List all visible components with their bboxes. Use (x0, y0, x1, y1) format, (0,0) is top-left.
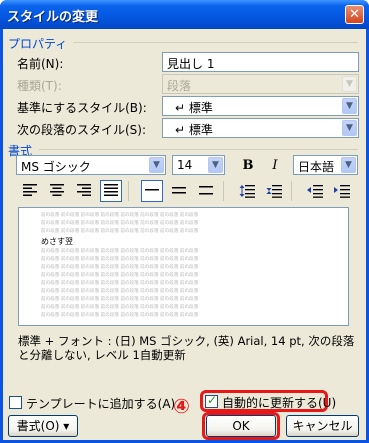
name-input[interactable]: 見出し 1 (162, 52, 359, 72)
ok-button[interactable]: OK (206, 415, 276, 437)
decrease-indent-icon[interactable] (304, 180, 326, 202)
font-size-select[interactable]: 14 ▼ (172, 155, 225, 175)
space-before-decrease-icon[interactable] (263, 180, 285, 202)
step-marker: ④ (173, 394, 190, 418)
type-select: 段落 ▼ (162, 74, 359, 94)
preview-filler: 前の段落 前の段落 前の段落 前の段落 前の段落 前の段落 前の段落 前の段落 (41, 229, 199, 234)
preview-filler: 前の段落 前の段落 前の段落 前の段落 前の段落 前の段落 前の段落 前の段落 (41, 313, 199, 318)
chevron-down-icon[interactable]: ▼ (342, 120, 357, 136)
type-value: 段落 (167, 79, 192, 93)
based-on-value: ↵ 標準 (175, 101, 213, 115)
preview-filler: 前の段落 前の段落 前の段落 前の段落 前の段落 前の段落 前の段落 前の段落 (41, 265, 199, 270)
dialog-title: スタイルの変更 (7, 10, 99, 25)
auto-update-checkbox[interactable]: ✓ (205, 393, 218, 408)
preview-filler: 前の段落 前の段落 前の段落 前の段落 前の段落 前の段落 前の段落 前の段落 (41, 305, 199, 310)
space-before-increase-icon[interactable] (236, 180, 258, 202)
line-spacing-single-icon[interactable] (141, 180, 163, 202)
add-to-template-label[interactable]: テンプレートに追加する(A) (26, 395, 175, 412)
chevron-down-icon[interactable]: ▼ (342, 98, 357, 114)
style-description: 標準 + フォント : (日) MS ゴシック, (英) Arial, 14 p… (18, 334, 355, 362)
based-on-label: 基準にするスタイル(B): (17, 101, 147, 115)
font-size-value: 14 (177, 158, 193, 172)
chevron-down-icon[interactable]: ▼ (149, 157, 164, 173)
section-divider (39, 149, 358, 150)
section-divider (73, 42, 358, 43)
add-to-template-checkbox[interactable] (9, 396, 22, 409)
next-style-label: 次の段落のスタイル(S): (17, 123, 147, 137)
line-spacing-1-5-icon[interactable] (168, 180, 190, 202)
preview-filler: 前の段落 前の段落 前の段落 前の段落 前の段落 前の段落 前の段落 前の段落 (41, 221, 199, 226)
font-select[interactable]: MS ゴシック ▼ (16, 155, 166, 175)
type-label: 種類(T): (17, 79, 62, 93)
preview-sample-text: めさす翌 (41, 237, 73, 246)
style-preview: 前の段落 前の段落 前の段落 前の段落 前の段落 前の段落 前の段落 前の段落 … (18, 207, 349, 326)
align-left-icon[interactable] (19, 180, 41, 202)
align-right-icon[interactable] (73, 180, 95, 202)
title-bar[interactable]: スタイルの変更 ✕ (0, 0, 369, 29)
italic-button[interactable]: I (264, 155, 286, 177)
preview-filler: 前の段落 前の段落 前の段落 前の段落 前の段落 前の段落 前の段落 前の段落 (41, 249, 199, 254)
name-label: 名前(N): (17, 57, 64, 71)
toolbar-separator (291, 181, 292, 201)
language-select[interactable]: 日本語 ▼ (293, 155, 358, 175)
increase-indent-icon[interactable] (331, 180, 353, 202)
justify-icon[interactable] (100, 180, 122, 202)
font-value: MS ゴシック (21, 160, 91, 174)
chevron-down-icon: ▼ (342, 76, 357, 92)
language-value: 日本語 (298, 160, 335, 174)
chevron-down-icon[interactable]: ▼ (208, 157, 223, 173)
chevron-down-icon[interactable]: ▼ (341, 157, 356, 173)
next-style-select[interactable]: ↵ 標準 ▼ (162, 118, 359, 138)
check-icon: ✓ (207, 393, 218, 407)
based-on-select[interactable]: ↵ 標準 ▼ (162, 96, 359, 116)
line-spacing-double-icon[interactable] (195, 180, 217, 202)
properties-section-label: プロパティ (8, 37, 68, 51)
preview-filler: 前の段落 前の段落 前の段落 前の段落 前の段落 前の段落 前の段落 前の段落 (41, 273, 199, 278)
preview-filler: 前の段落 前の段落 前の段落 前の段落 前の段落 前の段落 前の段落 前の段落 (41, 213, 199, 218)
dialog-body: プロパティ 名前(N): 見出し 1 種類(T): 段落 ▼ 基準にするスタイル… (3, 29, 366, 440)
dialog-window: スタイルの変更 ✕ プロパティ 名前(N): 見出し 1 種類(T): 段落 ▼… (0, 0, 369, 443)
format-button[interactable]: 書式(O) ▾ (8, 415, 78, 437)
preview-filler: 前の段落 前の段落 前の段落 前の段落 前の段落 前の段落 前の段落 前の段落 (41, 297, 199, 302)
cancel-button[interactable]: キャンセル (286, 415, 359, 437)
align-center-icon[interactable] (46, 180, 68, 202)
preview-filler: 前の段落 前の段落 前の段落 前の段落 前の段落 前の段落 前の段落 前の段落 (41, 257, 199, 262)
toolbar-separator (223, 181, 224, 201)
close-button[interactable]: ✕ (345, 5, 364, 24)
next-style-value: ↵ 標準 (175, 123, 213, 137)
toolbar-separator (128, 181, 129, 201)
preview-filler: 前の段落 前の段落 前の段落 前の段落 前の段落 前の段落 前の段落 前の段落 (41, 281, 199, 286)
name-value: 見出し 1 (167, 57, 215, 71)
auto-update-label[interactable]: 自動的に更新する(U) (222, 394, 336, 411)
bold-button[interactable]: B (237, 155, 259, 177)
preview-filler: 前の段落 前の段落 前の段落 前の段落 前の段落 前の段落 前の段落 前の段落 (41, 289, 199, 294)
